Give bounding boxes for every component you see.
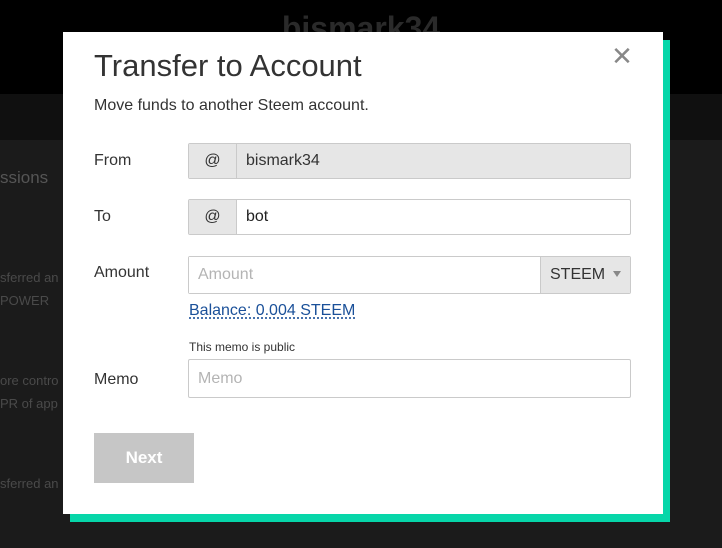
- next-button[interactable]: Next: [94, 433, 194, 483]
- to-at-prefix: @: [189, 200, 237, 234]
- from-field-group: @: [188, 143, 631, 179]
- currency-select[interactable]: STEEM: [540, 257, 630, 293]
- modal-subtitle: Move funds to another Steem account.: [94, 97, 369, 114]
- to-field-group: @: [188, 199, 631, 235]
- memo-input[interactable]: [188, 359, 631, 398]
- chevron-down-icon: [613, 271, 621, 277]
- currency-value: STEEM: [550, 266, 606, 283]
- from-input: [237, 144, 630, 178]
- memo-label: Memo: [94, 371, 139, 388]
- to-label: To: [94, 208, 111, 225]
- background-snippet: sferred an: [0, 270, 59, 285]
- background-snippet: sferred an: [0, 476, 59, 491]
- from-at-prefix: @: [189, 144, 237, 178]
- background-heading: ssions: [0, 168, 49, 187]
- to-input[interactable]: [237, 200, 630, 234]
- amount-label: Amount: [94, 264, 150, 281]
- from-label: From: [94, 152, 132, 169]
- balance-link[interactable]: Balance: 0.004 STEEM: [189, 302, 355, 320]
- background-snippet: ore contro: [0, 373, 59, 388]
- background-snippet: POWER: [0, 293, 50, 308]
- amount-field-group: STEEM: [188, 256, 631, 294]
- amount-input[interactable]: [189, 257, 540, 293]
- background-snippet: PR of app: [0, 396, 58, 411]
- modal-title: Transfer to Account: [94, 48, 362, 83]
- close-icon[interactable]: ✕: [609, 42, 635, 70]
- memo-public-hint: This memo is public: [189, 340, 296, 354]
